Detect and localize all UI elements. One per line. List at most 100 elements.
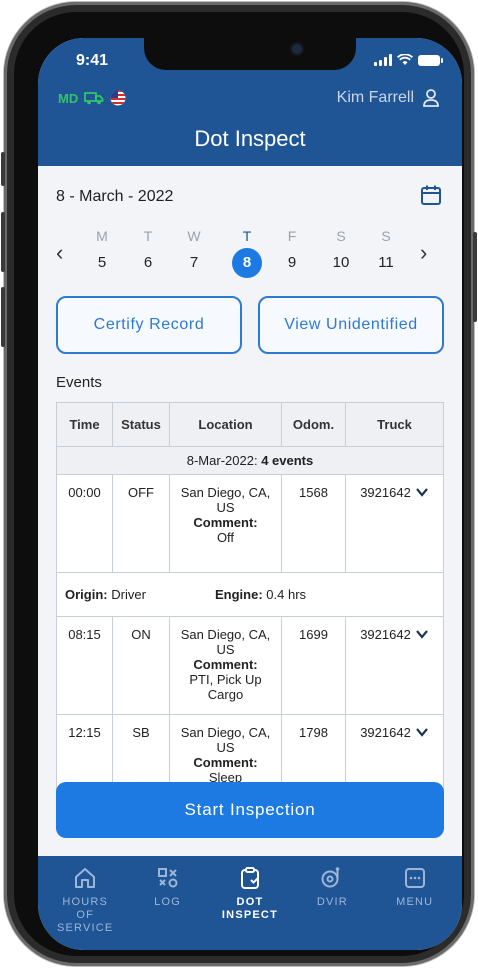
tape-icon [321,867,340,888]
day-of-week: T [242,228,252,244]
selected-date: 8 - March - 2022 [56,188,174,205]
origin-value: Driver [111,587,146,602]
tab-menu[interactable]: MENU [377,856,453,950]
tab-label: OF [76,909,95,921]
event-status: OFF [113,475,170,572]
event-time: 00:00 [57,475,113,572]
day-sat[interactable]: S 10 [325,228,357,278]
comment-label: Comment: [193,755,258,770]
day-tue[interactable]: T 6 [132,228,164,278]
tab-label: HOURS [62,896,109,908]
truck-icon [84,92,104,105]
certify-record-button[interactable]: Certify Record [56,296,242,354]
tab-label: MENU [396,896,434,908]
event-location: San Diego, CA, US Comment: PTI, Pick Up … [170,617,282,714]
tab-dot-inspect[interactable]: DOT INSPECT [212,856,288,950]
day-number: 10 [332,254,350,271]
week-strip: ‹ M 5 T 6 W 7 T 8 F 9 S 10 S 11 › [56,226,446,282]
home-icon [75,868,96,888]
tab-label: LOG [154,896,181,908]
tab-hours-of-service[interactable]: HOURS OF SERVICE [47,856,123,950]
tab-label: DOT [236,896,264,908]
chevron-right-icon[interactable]: › [420,240,427,266]
day-of-week: S [336,228,346,244]
user-icon [423,89,439,107]
tab-log[interactable]: LOG [130,856,206,950]
us-flag-icon [110,90,126,106]
day-number: 8 [232,248,262,278]
event-location: San Diego, CA, US Comment: Off [170,475,282,572]
comment-text: PTI, Pick Up Cargo [189,672,262,702]
event-truck: 3921642 [346,617,443,714]
volume-up-button [1,212,5,272]
event-time: 08:15 [57,617,113,714]
engine-value: 0.4 hrs [266,587,307,602]
day-wed[interactable]: W 7 [178,228,210,278]
bottom-tab-bar: HOURS OF SERVICE LOG DOT INSPECT DVIR ME… [38,856,462,950]
column-header: Location [170,402,282,447]
origin-engine-row: Origin: Driver Engine: 0.4 hrs [57,573,443,617]
day-number: 6 [143,254,153,271]
notch [144,38,356,70]
day-number: 7 [189,254,199,271]
app-header: 9:41 MD Kim Farrell Dot Inspect [38,38,462,166]
location-text: San Diego, CA, US [180,725,271,755]
origin-label: Origin: [65,587,108,602]
chevron-down-icon[interactable] [415,627,429,641]
day-of-week: T [143,228,153,244]
day-mon[interactable]: M 5 [86,228,118,278]
status-icons [374,54,443,66]
day-of-week: W [187,228,201,244]
event-odometer: 1699 [282,617,346,714]
menu-icon [404,868,425,888]
battery-icon [418,54,443,66]
view-unidentified-button[interactable]: View Unidentified [258,296,444,354]
wifi-icon [397,54,413,65]
chevron-down-icon[interactable] [415,485,429,499]
engine-label: Engine: [215,587,263,602]
event-odometer: 1568 [282,475,346,572]
user-profile[interactable]: Kim Farrell [337,88,440,108]
calendar-icon[interactable] [420,184,442,206]
status-time: 9:41 [76,52,109,69]
power-button [473,232,477,322]
summary-count: 4 events [261,453,314,468]
mute-switch [1,152,5,186]
day-of-week: F [287,228,297,244]
event-status: ON [113,617,170,714]
comment-label: Comment: [193,657,258,672]
comment-text: Off [216,530,235,545]
day-number: 11 [378,254,394,271]
clipboard-icon [240,867,259,889]
summary-date: 8-Mar-2022: [186,453,258,468]
volume-down-button [1,287,5,347]
column-header: Status [113,402,170,447]
table-row[interactable]: 00:00 OFF San Diego, CA, US Comment: Off… [57,475,443,573]
truck-number: 3921642 [360,725,411,740]
front-camera [292,44,302,54]
location-text: San Diego, CA, US [180,485,271,515]
table-header: Time Status Location Odom. Truck [57,402,443,447]
day-number: 9 [287,254,297,271]
day-fri[interactable]: F 9 [276,228,308,278]
truck-number: 3921642 [360,485,411,500]
tab-label: DVIR [316,896,348,908]
event-truck: 3921642 [346,475,443,572]
day-sun[interactable]: S 11 [370,228,402,278]
table-row[interactable]: 08:15 ON San Diego, CA, US Comment: PTI,… [57,617,443,715]
day-number: 5 [97,254,107,271]
signal-icon [374,54,392,66]
chevron-down-icon[interactable] [415,725,429,739]
tab-dvir[interactable]: DVIR [294,856,370,950]
start-inspection-button[interactable]: Start Inspection [56,782,444,838]
column-header: Time [57,402,113,447]
page-title: Dot Inspect [194,126,306,151]
comment-label: Comment: [193,515,258,530]
events-heading: Events [56,374,102,391]
tab-label: SERVICE [56,922,114,934]
events-table: Time Status Location Odom. Truck 8-Mar-2… [56,402,444,814]
truck-number: 3921642 [360,627,411,642]
app-screen: 9:41 MD Kim Farrell Dot Inspect 8 - Marc… [38,38,462,950]
day-thu-selected[interactable]: T 8 [231,228,263,278]
chevron-left-icon[interactable]: ‹ [56,240,63,266]
